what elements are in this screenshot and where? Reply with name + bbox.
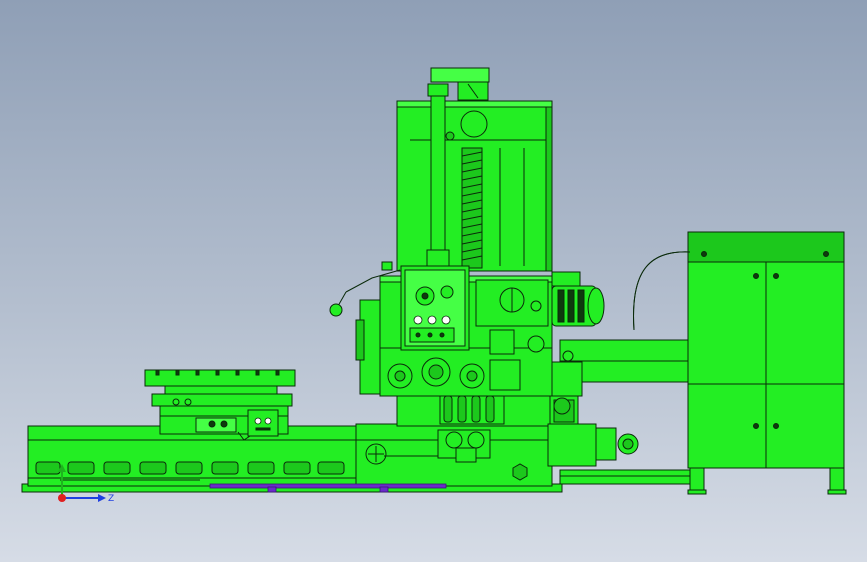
bed-slots bbox=[35, 461, 345, 475]
cad-viewport[interactable]: Z bbox=[0, 0, 867, 562]
machine-model[interactable]: Z bbox=[0, 0, 867, 562]
headstock[interactable] bbox=[329, 261, 553, 397]
spindle-motor[interactable] bbox=[551, 271, 605, 327]
control-panel[interactable] bbox=[400, 265, 470, 351]
z-axis-label: Z bbox=[108, 494, 114, 504]
rotary-table[interactable] bbox=[144, 369, 296, 441]
machine-column[interactable] bbox=[396, 67, 553, 272]
column-ballscrew bbox=[461, 147, 483, 269]
